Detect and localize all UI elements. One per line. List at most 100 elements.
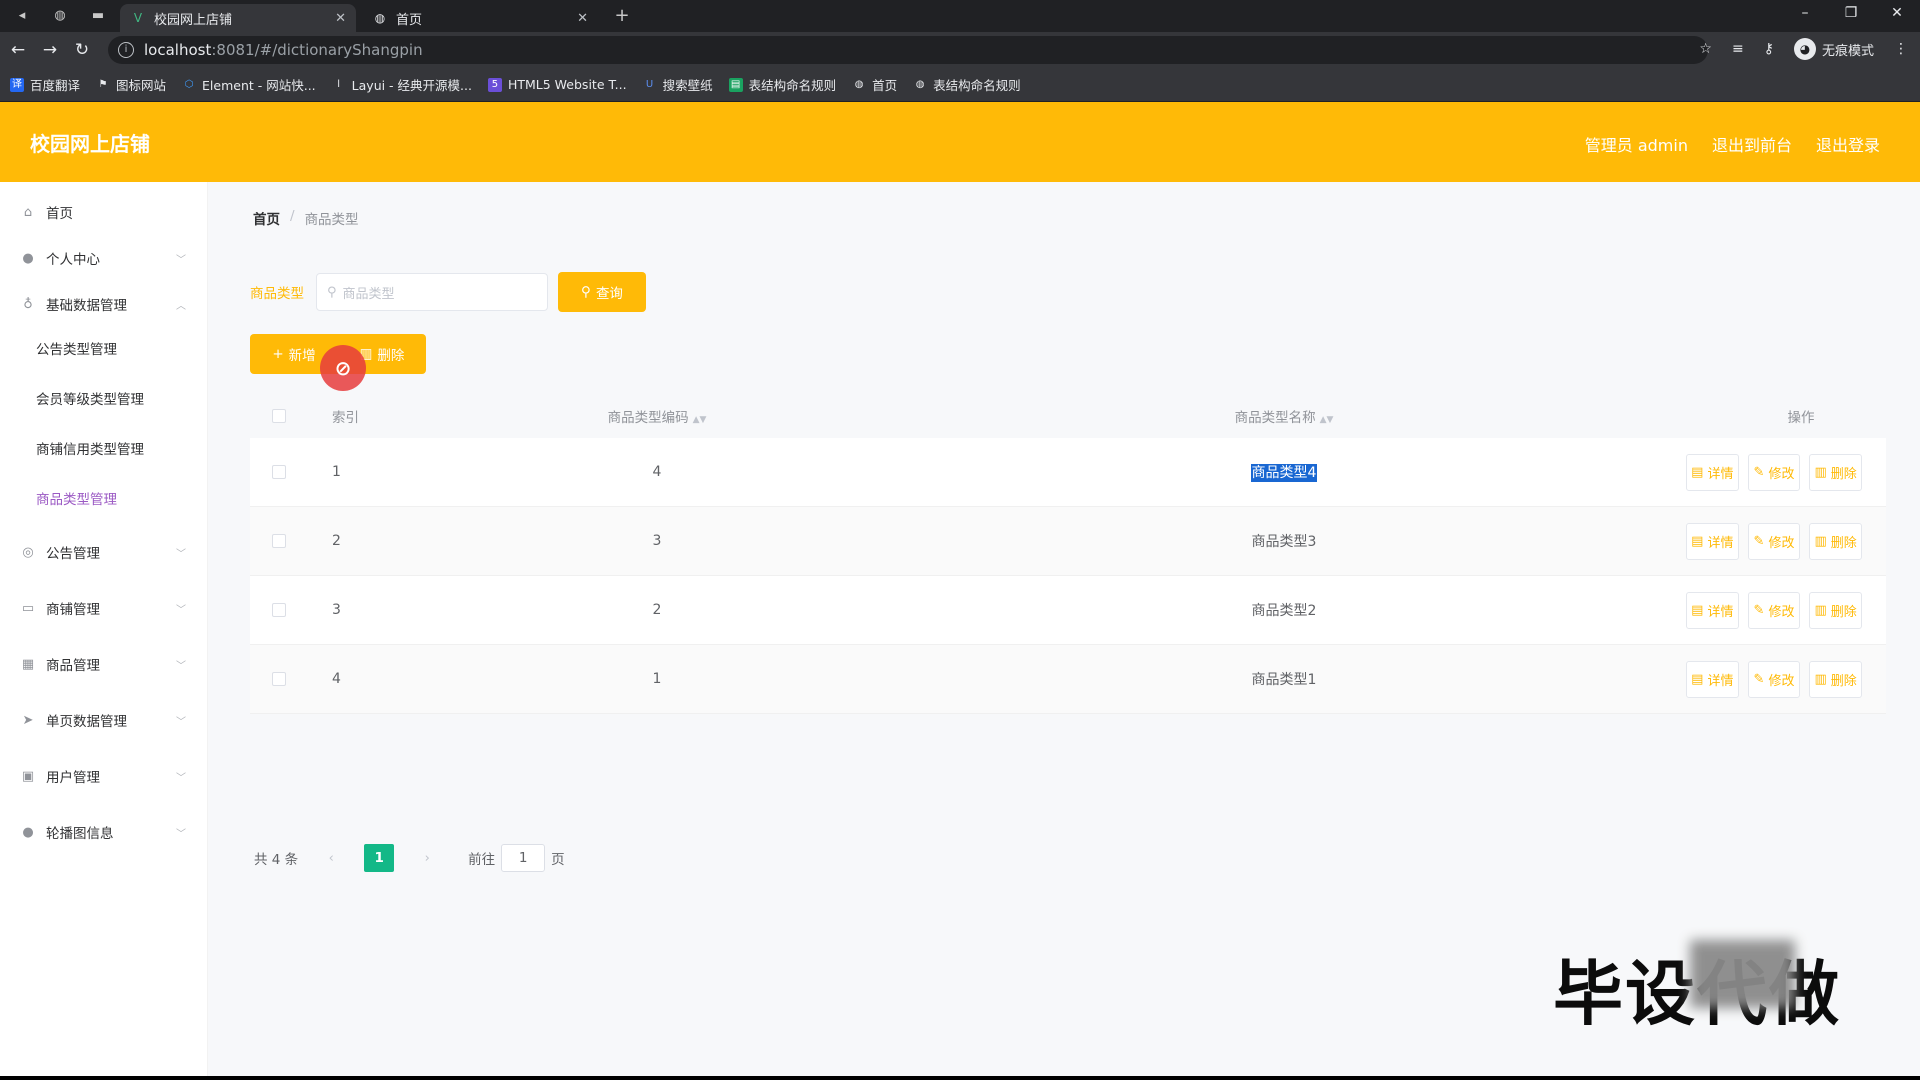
edit-button[interactable]: ✎ 修改 bbox=[1747, 660, 1801, 698]
bookmark[interactable]: 5 HTML5 Website T... bbox=[487, 77, 627, 92]
detail-button[interactable]: ▤ 详情 bbox=[1685, 591, 1739, 629]
bookmark[interactable]: ⬡ Element - 网站快... bbox=[182, 75, 316, 94]
location-icon: ● bbox=[22, 824, 34, 840]
media-icon[interactable]: ≡ bbox=[1732, 41, 1744, 57]
bookmark[interactable]: l Layui - 经典开源模... bbox=[332, 75, 472, 94]
sidebar-item-user[interactable]: ▣ 用户管理 ﹀ bbox=[0, 756, 208, 796]
column-header-label: 商品类型名称 bbox=[1234, 410, 1316, 426]
chevron-left-icon[interactable]: ‹ bbox=[318, 851, 344, 866]
minimize-icon[interactable]: – bbox=[1782, 0, 1828, 28]
row-delete-button[interactable]: ▥ 删除 bbox=[1809, 660, 1862, 698]
reload-icon[interactable]: ↻ bbox=[72, 40, 92, 60]
sidebar: ⌂ 首页 ● 个人中心 ﹀ ♁ 基础数据管理 ︿ 公告类型管理 会员等级类型管理… bbox=[0, 182, 208, 1076]
html5-icon: 5 bbox=[487, 77, 502, 92]
edit-button[interactable]: ✎ 修改 bbox=[1747, 591, 1801, 629]
chevron-down-icon: ﹀ bbox=[176, 660, 186, 672]
sidebar-item-product[interactable]: ▦ 商品管理 ﹀ bbox=[0, 644, 208, 684]
sidebar-item-label: 轮播图信息 bbox=[46, 826, 114, 842]
menu-dots-icon[interactable]: ⋮ bbox=[1894, 41, 1908, 57]
breadcrumb-home[interactable]: 首页 bbox=[253, 208, 280, 228]
bookmark[interactable]: U 搜索壁纸 bbox=[643, 75, 713, 94]
query-button[interactable]: ⚲ 查询 bbox=[558, 272, 646, 312]
submenu-notice-type[interactable]: 公告类型管理 bbox=[0, 328, 208, 368]
edit-button[interactable]: ✎ 修改 bbox=[1747, 522, 1801, 560]
star-icon[interactable]: ☆ bbox=[1699, 41, 1712, 57]
window-controls: – ❐ ✕ bbox=[1782, 0, 1920, 28]
info-icon[interactable]: i bbox=[118, 42, 134, 58]
bookmarks-bar: 译百度翻译 ⚑ 图标网站 ⬡ Element - 网站快... l Layui - 经… bbox=[0, 68, 1920, 102]
sidebar-item-single-page[interactable]: ➤ 单页数据管理 ﹀ bbox=[0, 700, 208, 740]
window-icon[interactable]: ▬ bbox=[88, 6, 108, 26]
no-entry-cursor-icon: ⊘ bbox=[320, 345, 366, 391]
bookmark[interactable]: ◍ 首页 bbox=[852, 75, 897, 94]
sidebar-item-carousel[interactable]: ● 轮播图信息 ﹀ bbox=[0, 812, 208, 852]
address-host: localhost bbox=[144, 41, 212, 59]
submenu-shop-credit-type[interactable]: 商铺信用类型管理 bbox=[0, 428, 208, 468]
watermark-blur bbox=[1690, 940, 1795, 1008]
close-window-icon[interactable]: ✕ bbox=[1874, 0, 1920, 28]
row-delete-button[interactable]: ▥ 删除 bbox=[1809, 591, 1862, 629]
browser-tab-active[interactable]: V 校园网上店铺 ✕ bbox=[120, 4, 356, 32]
row-delete-button[interactable]: ▥ 删除 bbox=[1809, 522, 1862, 560]
selected-text: 商品类型4 bbox=[1250, 464, 1318, 482]
table-row: 1 4 商品类型4 ▤ 详情 ✎ 修改 ▥ 删除 bbox=[250, 438, 1886, 507]
browser-tab[interactable]: ◍ 首页 ✕ bbox=[362, 4, 598, 32]
column-header-name[interactable]: 商品类型名称 ▲▼ bbox=[882, 406, 1686, 426]
sidebar-item-home[interactable]: ⌂ 首页 bbox=[0, 192, 208, 232]
bookmark[interactable]: ◍ 表结构命名规则 bbox=[913, 75, 1021, 94]
back-icon[interactable]: ← bbox=[8, 40, 28, 60]
logout-link[interactable]: 退出登录 bbox=[1816, 132, 1880, 156]
submenu-product-type[interactable]: 商品类型管理 bbox=[0, 478, 208, 518]
column-header-label: 商品类型编码 bbox=[607, 410, 689, 426]
detail-button[interactable]: ▤ 详情 bbox=[1685, 522, 1739, 560]
edit-button[interactable]: ✎ 修改 bbox=[1747, 453, 1801, 491]
trash-icon: ▥ bbox=[1814, 464, 1827, 480]
row-delete-button[interactable]: ▥ 删除 bbox=[1809, 453, 1862, 491]
incognito-badge[interactable]: ◕ 无痕模式 bbox=[1793, 38, 1874, 60]
sort-icon[interactable]: ▲▼ bbox=[693, 415, 707, 425]
query-button-label: 查询 bbox=[595, 286, 623, 302]
submenu-member-level-type[interactable]: 会员等级类型管理 bbox=[0, 378, 208, 418]
search-input[interactable]: ⚲ 商品类型 bbox=[316, 273, 548, 311]
sidebar-item-label: 用户管理 bbox=[46, 770, 100, 786]
close-icon[interactable]: ✕ bbox=[335, 11, 346, 26]
sidebar-item-profile[interactable]: ● 个人中心 ﹀ bbox=[0, 238, 208, 278]
bookmark[interactable]: ⚑ 图标网站 bbox=[96, 75, 167, 94]
forward-icon[interactable]: → bbox=[40, 40, 60, 60]
sort-icon[interactable]: ▲▼ bbox=[1320, 415, 1334, 425]
sidebar-item-shop[interactable]: ▭ 商铺管理 ﹀ bbox=[0, 588, 208, 628]
column-header-code[interactable]: 商品类型编码 ▲▼ bbox=[432, 406, 882, 426]
address-bar[interactable]: i localhost:8081/#/dictionaryShangpin bbox=[108, 36, 1708, 64]
new-tab-icon[interactable]: + bbox=[612, 6, 632, 26]
data-table: 索引 商品类型编码 ▲▼ 商品类型名称 ▲▼ 操作 1 4 商品类型4 ▤ 详情 ✎ 修… bbox=[250, 394, 1886, 714]
sidebar-item-basic-data[interactable]: ♁ 基础数据管理 ︿ bbox=[0, 284, 208, 324]
detail-button[interactable]: ▤ 详情 bbox=[1685, 660, 1739, 698]
key-icon[interactable]: ⚷ bbox=[1764, 41, 1774, 57]
sidebar-item-label: 商铺管理 bbox=[46, 602, 100, 618]
bookmark[interactable]: 译百度翻译 bbox=[10, 75, 80, 94]
select-all-checkbox[interactable] bbox=[272, 409, 286, 423]
screen: ◂ ◍ ▬ V 校园网上店铺 ✕ ◍ 首页 ✕ + – ❐ ✕ ← → ↻ i … bbox=[0, 0, 1920, 1080]
close-icon[interactable]: ✕ bbox=[577, 11, 588, 26]
globe-icon[interactable]: ◍ bbox=[50, 6, 70, 26]
goto-page-input[interactable]: 1 bbox=[501, 844, 546, 872]
restore-icon[interactable]: ❐ bbox=[1828, 0, 1874, 28]
table-row: 3 2 商品类型2 ▤ 详情 ✎ 修改 ▥ 删除 bbox=[250, 576, 1886, 645]
row-checkbox[interactable] bbox=[272, 534, 286, 548]
chevron-up-icon: ︿ bbox=[176, 300, 186, 312]
sidebar-item-notice[interactable]: ◎ 公告管理 ﹀ bbox=[0, 532, 208, 572]
detail-button[interactable]: ▤ 详情 bbox=[1685, 453, 1739, 491]
tab-search-icon[interactable]: ◂ bbox=[12, 6, 32, 26]
bookmark[interactable]: ▤ 表结构命名规则 bbox=[728, 75, 836, 94]
header-links: 管理员 admin 退出到前台 退出登录 bbox=[1585, 132, 1880, 156]
cell-code: 3 bbox=[652, 533, 662, 549]
table-header: 索引 商品类型编码 ▲▼ 商品类型名称 ▲▼ 操作 bbox=[250, 394, 1886, 438]
row-checkbox[interactable] bbox=[272, 603, 286, 617]
row-checkbox[interactable] bbox=[272, 672, 286, 686]
exit-to-front-link[interactable]: 退出到前台 bbox=[1712, 132, 1792, 156]
page-number-active[interactable]: 1 bbox=[364, 844, 395, 872]
chevron-right-icon[interactable]: › bbox=[414, 851, 440, 866]
cell-index: 1 bbox=[332, 464, 341, 480]
row-checkbox[interactable] bbox=[272, 465, 286, 479]
delete-button-label: 删除 bbox=[377, 348, 405, 364]
